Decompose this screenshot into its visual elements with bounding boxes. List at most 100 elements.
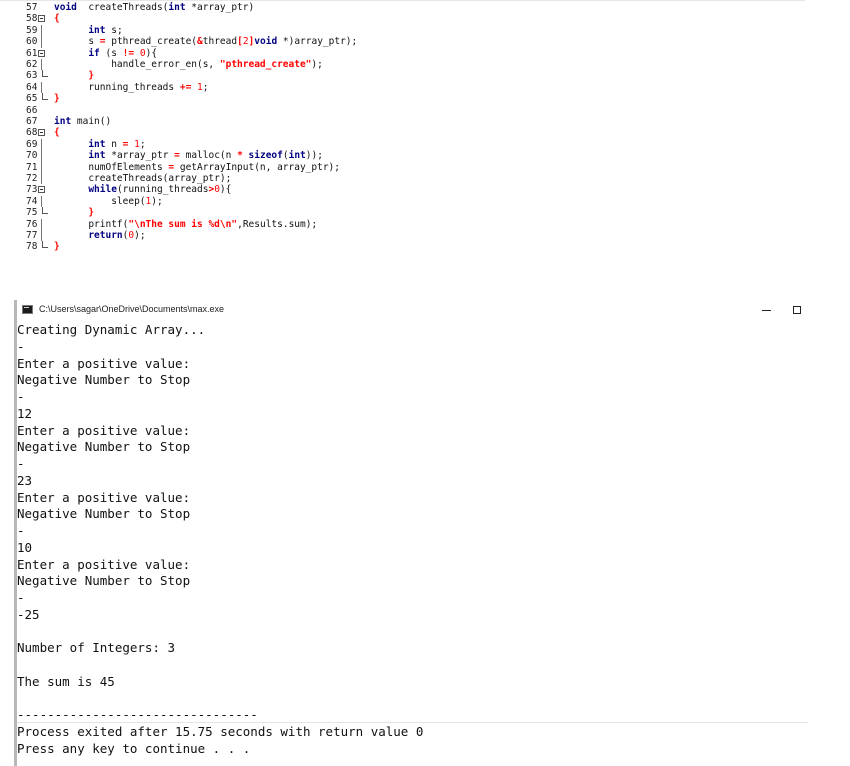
fold-collapse-icon[interactable] xyxy=(38,15,45,23)
code-token-strb: The sum is %d xyxy=(145,218,220,230)
fold-collapse-icon[interactable] xyxy=(38,129,45,137)
code-token-op: != xyxy=(122,47,135,59)
line-number: 62 xyxy=(26,59,38,70)
line-gutter: 71 xyxy=(0,161,54,173)
code-line[interactable]: 66 xyxy=(0,105,805,116)
code-token-brace: } xyxy=(88,70,95,82)
code-text: } xyxy=(54,93,60,104)
code-line[interactable]: 57 void createThreads(int *array_ptr) xyxy=(0,2,805,13)
code-line[interactable]: 76 printf("\nThe sum is %d\n",Results.su… xyxy=(0,218,805,230)
code-line[interactable]: 70 int *array_ptr = malloc(n * sizeof(in… xyxy=(0,150,805,162)
fold-guide xyxy=(41,173,42,185)
line-gutter: 63 xyxy=(0,70,54,81)
code-token-kw: sizeof xyxy=(248,150,283,162)
code-token-kw: return xyxy=(88,230,123,241)
code-line[interactable]: 65} xyxy=(0,93,805,104)
code-line[interactable]: 75 } xyxy=(0,207,805,218)
code-line[interactable]: 62 handle_error_en(s, "pthread_create"); xyxy=(0,59,805,71)
code-token-brace: } xyxy=(88,207,95,219)
code-line[interactable]: 72 createThreads(array_ptr); xyxy=(0,173,805,185)
code-line[interactable]: 68 { xyxy=(0,127,805,138)
code-token: *array_ptr xyxy=(105,150,175,162)
console-line: 23 xyxy=(17,472,33,488)
line-number: 66 xyxy=(26,104,38,116)
code-line[interactable]: 77 return(0); xyxy=(0,230,805,242)
code-token: getArrayInput(n, array_ptr); xyxy=(174,161,340,173)
code-line[interactable]: 61 if (s != 0){ xyxy=(0,48,805,59)
line-number: 63 xyxy=(26,70,38,82)
code-token: handle_error_en(s, xyxy=(54,59,220,70)
console-divider xyxy=(17,722,808,723)
line-gutter: 60 xyxy=(0,36,54,48)
code-text: int s; xyxy=(54,24,123,36)
line-gutter: 62 xyxy=(0,59,54,71)
code-token-brace: } xyxy=(54,93,60,105)
code-line[interactable]: 67 int main() xyxy=(0,116,805,127)
code-token: ); xyxy=(311,59,323,70)
console-line: Enter a positive value: xyxy=(17,355,191,371)
code-token-kw: if xyxy=(88,47,100,59)
code-text: numOfElements = getArrayInput(n, array_p… xyxy=(54,162,340,173)
code-editor[interactable]: 57 void createThreads(int *array_ptr) 58 {5… xyxy=(0,0,805,291)
code-token-esc: \n xyxy=(134,218,146,230)
fold-guide xyxy=(41,218,42,230)
line-number: 74 xyxy=(26,195,38,207)
code-line[interactable]: 59 int s; xyxy=(0,24,805,37)
maximize-button[interactable] xyxy=(786,303,808,317)
code-token: createThreads(array_ptr); xyxy=(54,173,232,184)
code-text: while(running_threads>0){ xyxy=(54,184,231,195)
console-titlebar[interactable]: C:\Users\sagar\OneDrive\Documents\max.ex… xyxy=(17,300,808,320)
console-output[interactable]: Creating Dynamic Array... - Enter a positi… xyxy=(17,322,805,756)
code-line[interactable]: 69 int n = 1; xyxy=(0,138,805,151)
console-line: -------------------------------- xyxy=(17,707,258,723)
code-token: (s xyxy=(99,47,123,59)
line-gutter: 58 xyxy=(0,13,54,24)
console-line: 12 xyxy=(17,405,33,421)
code-token-brace: } xyxy=(54,241,60,253)
line-number: 73 xyxy=(26,184,38,196)
code-token: ; xyxy=(139,138,146,150)
code-text: int n = 1; xyxy=(54,138,146,150)
code-text: } xyxy=(54,70,94,81)
code-text: printf("\nThe sum is %d\n",Results.sum); xyxy=(54,219,317,230)
code-text: { xyxy=(54,13,60,24)
code-token-kw: int xyxy=(54,116,72,127)
fold-collapse-icon[interactable] xyxy=(38,186,45,194)
code-token: s xyxy=(54,36,100,48)
line-gutter: 77 xyxy=(0,230,54,242)
code-token: ); xyxy=(151,195,163,207)
code-token: s; xyxy=(105,24,123,36)
code-token-kw: int xyxy=(88,138,106,150)
line-number: 71 xyxy=(26,161,38,173)
code-token: ,Results.sum); xyxy=(237,218,318,230)
code-token: ){ xyxy=(145,47,158,59)
code-line[interactable]: 74 sleep(1); xyxy=(0,195,805,208)
line-gutter: 74 xyxy=(0,195,54,208)
code-line[interactable]: 58 { xyxy=(0,13,805,24)
code-line[interactable]: 71 numOfElements = getArrayInput(n, arra… xyxy=(0,161,805,173)
fold-guide xyxy=(41,161,42,173)
code-line[interactable]: 60 s = pthread_create(&thread[2]void *)a… xyxy=(0,36,805,48)
line-number: 70 xyxy=(26,150,38,162)
code-line[interactable]: 63 } xyxy=(0,70,805,81)
code-line[interactable]: 64 running_threads += 1; xyxy=(0,81,805,94)
code-token-strb: "pthread_create" xyxy=(219,59,312,70)
code-token-kw: while xyxy=(88,184,117,196)
minimize-button[interactable] xyxy=(755,303,779,317)
code-line[interactable]: 73 while(running_threads>0){ xyxy=(0,184,805,195)
code-line[interactable]: 78} xyxy=(0,241,805,252)
code-text: running_threads += 1; xyxy=(54,81,208,93)
fold-guide xyxy=(41,150,42,162)
code-token-esc: \n xyxy=(219,218,232,230)
line-number: 58 xyxy=(26,13,38,25)
line-number: 67 xyxy=(26,116,38,127)
fold-collapse-icon[interactable] xyxy=(38,49,45,57)
console-line: Negative Number to Stop xyxy=(17,372,191,388)
code-text: if (s != 0){ xyxy=(54,48,157,59)
console-window[interactable]: C:\Users\sagar\OneDrive\Documents\max.ex… xyxy=(14,300,808,766)
fold-guide xyxy=(41,59,42,71)
code-token-op: += xyxy=(179,81,192,93)
